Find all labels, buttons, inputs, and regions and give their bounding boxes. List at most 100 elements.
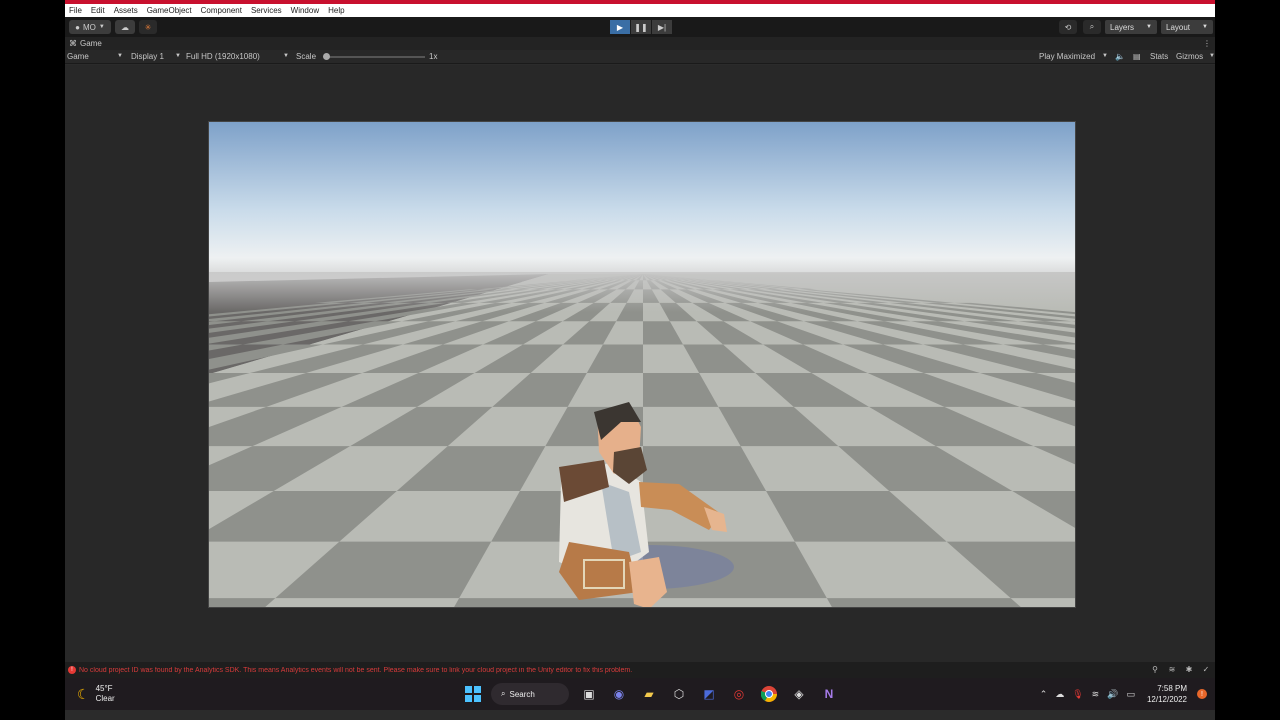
scale-value: 1x [429,52,438,61]
chevron-down-icon: ▼ [117,53,123,59]
unity-hub-app[interactable]: ⬡ [667,682,691,706]
resolution-dropdown[interactable]: Full HD (1920x1080) [186,52,260,61]
cloud-icon: ☁ [121,22,129,32]
chevron-down-icon: ▼ [98,24,105,30]
status-icons: ⚲ ≋ ✱ ✓ [1143,665,1211,675]
chrome-app[interactable] [757,682,781,706]
collab-button[interactable]: ✳ [139,20,157,34]
play-icon: ▶ [616,22,624,32]
editor-icon: ◩ [703,687,715,701]
search-icon: ⌕ [501,689,506,698]
visual-studio-icon: N [824,687,834,701]
gizmos-dropdown[interactable]: Gizmos [1176,52,1203,61]
step-icon: ▶| [657,22,667,32]
clock-time: 7:58 PM [1157,684,1187,693]
temperature: 45°F [95,684,113,693]
unity-hub-icon: ⬡ [673,687,685,701]
chevron-up-icon[interactable]: ⌃ [1040,689,1048,700]
onedrive-icon[interactable]: ☁ [1055,689,1064,700]
shortcuts-icon[interactable]: ▤ [1133,52,1141,61]
folder-icon: ▰ [644,687,654,701]
layers-dropdown[interactable]: Layers ▼ [1105,20,1157,34]
more-options-icon[interactable]: ⋮ [1203,39,1211,48]
menu-gameobject[interactable]: GameObject [147,6,192,15]
windows-taskbar: ☾ 45°F Clear ⌕ Search ▣ ◉ ▰ ⬡ ◩ ◎ ◈ N ⌃ … [65,678,1215,710]
scale-slider-handle[interactable] [323,53,330,60]
account-dropdown[interactable]: ● MO ▼ [69,20,111,34]
display-dropdown[interactable]: Display 1 [131,52,164,61]
console-status-bar[interactable]: ! No cloud project ID was found by the A… [65,662,1215,678]
layout-label: Layout [1166,22,1191,32]
microphone-icon[interactable]: 🎙 [1072,689,1083,700]
weather-widget[interactable]: ☾ 45°F Clear [77,684,115,704]
layout-dropdown[interactable]: Layout ▼ [1161,20,1213,34]
capture-app[interactable]: ◎ [727,682,751,706]
start-button[interactable] [461,682,485,706]
clock[interactable]: 7:58 PM 12/12/2022 [1147,683,1187,705]
task-view-icon: ▣ [583,687,595,701]
game-tab-header: ⌘ Game ⋮ [65,37,1215,50]
cloud-button[interactable]: ☁ [115,20,135,34]
visual-studio-app[interactable]: N [817,682,841,706]
debug-icon[interactable]: ⚲ [1150,665,1160,675]
moon-icon: ☾ [77,685,90,702]
wifi-icon[interactable]: ≋ [1092,689,1100,700]
battery-icon[interactable]: ▭ [1126,689,1135,700]
history-button[interactable]: ⟲ [1059,20,1077,34]
chrome-icon [761,686,777,702]
game-view-toolbar: Game ▼ Display 1 ▼ Full HD (1920x1080) ▼… [65,50,1215,64]
windows-icon [465,686,481,702]
notification-icon[interactable]: ! [1197,689,1207,699]
error-icon: ! [68,666,76,674]
history-icon: ⟲ [1064,22,1072,32]
weather-condition: Clear [95,694,115,703]
layers-label: Layers [1110,22,1135,32]
menu-help[interactable]: Help [328,6,344,15]
menu-component[interactable]: Component [201,6,242,15]
system-tray: ⌃ ☁ 🎙 ≋ 🔊 ▭ 7:58 PM 12/12/2022 ! [1032,682,1207,706]
chat-app[interactable]: ◉ [607,682,631,706]
step-button[interactable]: ▶| [652,20,672,34]
chevron-down-icon: ▼ [175,53,181,59]
scale-slider-track[interactable] [325,56,425,58]
unity-icon: ◈ [794,687,804,701]
clock-date: 12/12/2022 [1146,695,1187,704]
chevron-down-icon: ▼ [1202,24,1208,30]
build-icon[interactable]: ≋ [1167,665,1177,675]
file-explorer-app[interactable]: ▰ [637,682,661,706]
unity-editor-app[interactable]: ◈ [787,682,811,706]
unity-editor-window: File Edit Assets GameObject Component Se… [65,0,1215,720]
task-view-button[interactable]: ▣ [577,682,601,706]
checker-tile [209,598,276,607]
menu-edit[interactable]: Edit [91,6,105,15]
capture-icon: ◎ [733,687,745,701]
taskbar-search[interactable]: ⌕ Search [491,683,569,705]
game-mode-dropdown[interactable]: Game [67,52,89,61]
pause-button[interactable]: ❚❚ [631,20,651,34]
search-label: Search [509,689,535,699]
game-scene [209,122,1075,607]
game-render-view[interactable] [208,121,1076,608]
pause-icon: ❚❚ [634,22,648,32]
search-button[interactable]: ⌕ [1083,20,1101,34]
menu-window[interactable]: Window [291,6,319,15]
stats-button[interactable]: Stats [1150,52,1168,61]
play-mode-dropdown[interactable]: Play Maximized [1039,52,1095,61]
volume-icon[interactable]: 🔊 [1107,689,1118,700]
console-error-message[interactable]: No cloud project ID was found by the Ana… [79,667,632,674]
menu-services[interactable]: Services [251,6,282,15]
editor-app[interactable]: ◩ [697,682,721,706]
progress-icon[interactable]: ✱ [1184,665,1194,675]
menu-bar: File Edit Assets GameObject Component Se… [65,4,1215,17]
play-button[interactable]: ▶ [610,20,630,34]
mute-audio-icon[interactable]: 🔈 [1115,52,1125,61]
chevron-down-icon: ▼ [283,53,289,59]
account-icon: ● [75,22,80,32]
check-icon[interactable]: ✓ [1201,665,1211,675]
tab-game[interactable]: Game [80,39,102,48]
menu-file[interactable]: File [69,6,82,15]
chevron-down-icon: ▼ [1209,53,1215,59]
playback-controls: ▶ ❚❚ ▶| [610,20,673,34]
menu-assets[interactable]: Assets [114,6,138,15]
collab-icon: ✳ [144,22,152,32]
